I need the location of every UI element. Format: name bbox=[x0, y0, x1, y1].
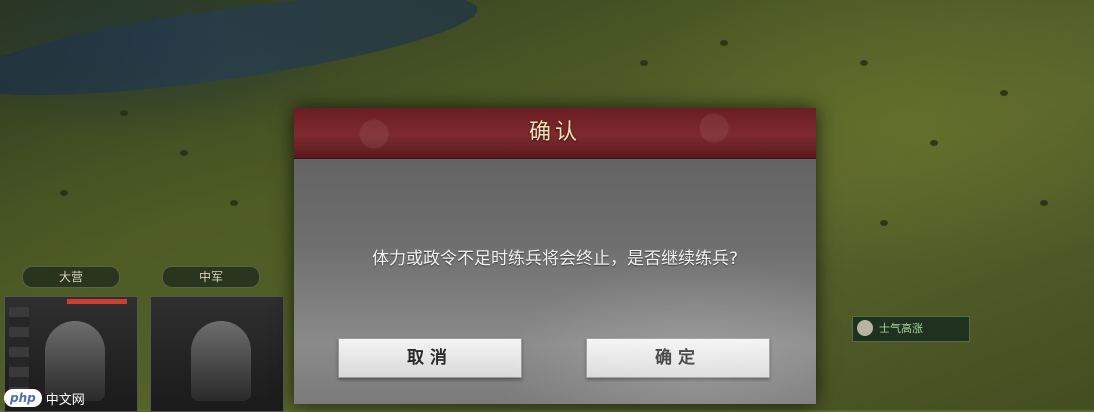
portrait-health-bar bbox=[67, 299, 127, 304]
cancel-button[interactable]: 取消 bbox=[338, 338, 522, 378]
dialog-message: 体力或政令不足时练兵将会终止，是否继续练兵? bbox=[371, 249, 739, 269]
morale-icon bbox=[857, 320, 873, 336]
camp-tag[interactable]: 大营 bbox=[22, 266, 120, 288]
morale-chip-text: 士气高涨 bbox=[879, 322, 923, 335]
army-tag[interactable]: 中军 bbox=[162, 266, 260, 288]
confirm-button[interactable]: 确定 bbox=[586, 338, 770, 378]
morale-chip[interactable]: 士气高涨 bbox=[852, 316, 970, 342]
general-figure bbox=[191, 321, 251, 401]
watermark-text: 中文网 bbox=[45, 392, 85, 408]
dialog-title: 确认 bbox=[528, 120, 581, 145]
site-watermark: php 中文网 bbox=[4, 388, 85, 408]
watermark-badge: php bbox=[4, 389, 42, 407]
general-portrait[interactable] bbox=[150, 296, 284, 412]
confirm-dialog: 确认 体力或政令不足时练兵将会终止，是否继续练兵? 取消 确定 bbox=[294, 108, 816, 404]
